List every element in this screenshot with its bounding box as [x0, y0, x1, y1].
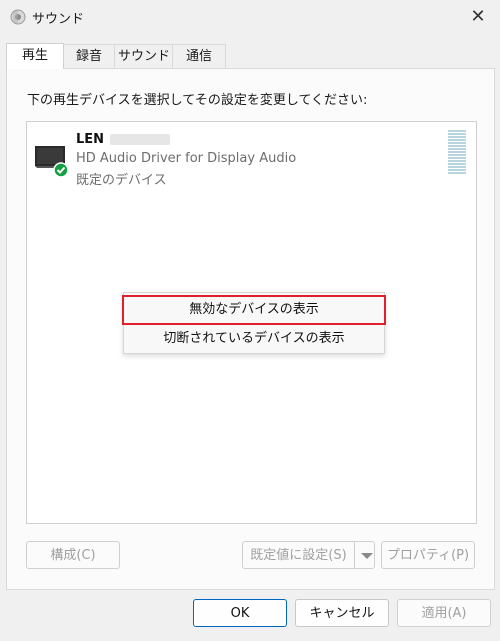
- default-check-icon: [53, 162, 69, 178]
- redacted-name: [110, 134, 171, 145]
- close-icon: ✕: [470, 5, 486, 27]
- tab-sounds[interactable]: サウンド: [114, 44, 174, 68]
- ok-button[interactable]: OK: [193, 599, 287, 627]
- configure-button[interactable]: 構成(C): [26, 541, 120, 569]
- context-menu: 無効なデバイスの表示 切断されているデバイスの表示: [122, 292, 386, 354]
- menu-item-show-disabled[interactable]: 無効なデバイスの表示: [122, 295, 386, 325]
- device-driver: HD Audio Driver for Display Audio: [76, 151, 297, 166]
- window-title: サウンド: [32, 12, 85, 27]
- device-name: LEN: [76, 132, 171, 147]
- apply-button[interactable]: 適用(A): [397, 599, 491, 627]
- set-default-button[interactable]: 既定値に設定(S): [242, 541, 355, 569]
- device-status: 既定のデバイス: [76, 173, 167, 188]
- playback-panel: 下の再生デバイスを選択してその設定を変更してください: LEN HD Audio…: [6, 68, 495, 590]
- device-list[interactable]: LEN HD Audio Driver for Display Audio 既定…: [26, 121, 477, 524]
- close-button[interactable]: ✕: [456, 0, 500, 32]
- volume-level-meter: [448, 130, 466, 176]
- title-bar: サウンド ✕: [0, 0, 500, 34]
- monitor-icon: [35, 146, 69, 178]
- speaker-icon: [10, 9, 26, 25]
- set-default-dropdown[interactable]: [355, 541, 375, 569]
- instruction-text: 下の再生デバイスを選択してその設定を変更してください:: [27, 93, 368, 108]
- tab-communications[interactable]: 通信: [172, 44, 226, 68]
- cancel-button[interactable]: キャンセル: [295, 599, 389, 627]
- tab-recording[interactable]: 録音: [62, 44, 116, 68]
- tab-playback[interactable]: 再生: [6, 43, 64, 69]
- properties-button[interactable]: プロパティ(P): [381, 541, 475, 569]
- menu-item-show-disconnected[interactable]: 切断されているデバイスの表示: [124, 325, 384, 353]
